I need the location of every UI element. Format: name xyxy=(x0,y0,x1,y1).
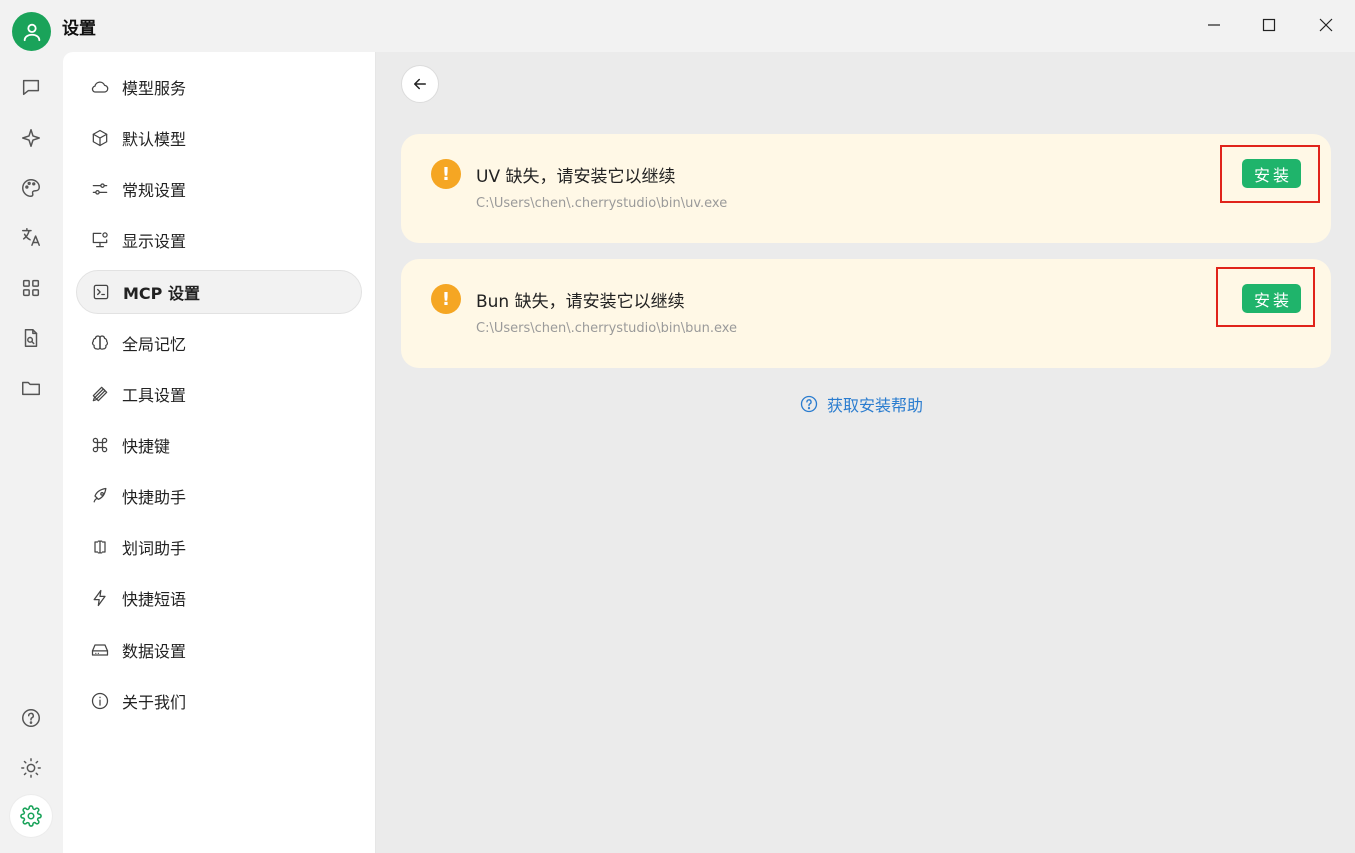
title-bar: 设置 xyxy=(0,0,1355,52)
rail-files-button[interactable] xyxy=(17,374,45,402)
rail-chat-button[interactable] xyxy=(17,73,45,101)
highlight-box xyxy=(1216,267,1315,327)
back-button[interactable] xyxy=(401,65,439,103)
nav-item-quick-phrases[interactable]: 快捷短语 xyxy=(76,576,362,620)
nav-item-label: MCP 设置 xyxy=(123,284,200,303)
rocket-icon xyxy=(93,487,107,503)
nav-item-display[interactable]: 显示设置 xyxy=(76,218,362,262)
nav-item-label: 关于我们 xyxy=(122,693,187,712)
card-title: Bun 缺失，请安装它以继续 xyxy=(476,292,685,312)
rail-assistant-button[interactable] xyxy=(17,124,45,152)
pencil-ruler-icon xyxy=(92,386,108,402)
user-avatar[interactable] xyxy=(12,12,51,51)
rail-apps-button[interactable] xyxy=(17,274,45,302)
minimize-icon xyxy=(1208,24,1220,26)
folder-icon xyxy=(22,381,40,396)
brain-icon xyxy=(91,335,109,350)
nav-item-label: 快捷助手 xyxy=(122,488,187,507)
install-help-link[interactable]: 获取安装帮助 xyxy=(799,392,923,416)
nav-item-label: 工具设置 xyxy=(122,386,187,405)
nav-item-general[interactable]: 常规设置 xyxy=(76,167,362,211)
nav-item-default-model[interactable]: 默认模型 xyxy=(76,116,362,160)
nav-item-label: 默认模型 xyxy=(122,130,187,149)
text-select-icon xyxy=(94,540,106,554)
maximize-button[interactable] xyxy=(1254,10,1284,40)
brightness-icon xyxy=(21,758,41,778)
command-icon xyxy=(92,437,108,453)
rail-theme-button[interactable] xyxy=(17,754,45,782)
nav-item-label: 全局记忆 xyxy=(122,335,187,354)
zap-icon xyxy=(93,589,106,607)
rail-paint-button[interactable] xyxy=(17,174,45,202)
main-panel: ! UV 缺失，请安装它以继续 C:\Users\chen\.cherrystu… xyxy=(376,52,1355,853)
sliders-icon xyxy=(92,183,108,195)
cube-icon xyxy=(92,129,108,147)
help-circle-icon xyxy=(800,395,818,413)
sparkle-icon xyxy=(22,129,40,147)
hard-drive-icon xyxy=(91,644,109,656)
chat-icon xyxy=(22,79,40,96)
nav-item-data[interactable]: 数据设置 xyxy=(76,628,362,672)
help-icon xyxy=(22,709,40,727)
nav-item-selection-assistant[interactable]: 划词助手 xyxy=(76,525,362,569)
settings-icon xyxy=(20,805,42,827)
document-search-icon xyxy=(24,329,38,347)
warning-icon: ! xyxy=(431,284,461,314)
nav-item-shortcuts[interactable]: 快捷键 xyxy=(76,423,362,467)
nav-item-mcp[interactable]: MCP 设置 xyxy=(76,270,362,314)
nav-item-label: 快捷键 xyxy=(122,437,171,456)
nav-item-about[interactable]: 关于我们 xyxy=(76,679,362,723)
card-path: C:\Users\chen\.cherrystudio\bin\bun.exe xyxy=(476,321,738,336)
rail-help-button[interactable] xyxy=(17,704,45,732)
palette-icon xyxy=(22,179,40,197)
nav-item-label: 显示设置 xyxy=(122,232,187,251)
close-icon xyxy=(1319,18,1333,32)
window-title: 设置 xyxy=(62,19,96,39)
apps-icon xyxy=(22,279,40,297)
rail-translate-button[interactable] xyxy=(17,223,45,251)
nav-item-label: 快捷短语 xyxy=(122,590,187,609)
rail-settings-button[interactable] xyxy=(10,795,52,837)
nav-item-tools[interactable]: 工具设置 xyxy=(76,372,362,416)
nav-item-label: 数据设置 xyxy=(122,642,187,661)
maximize-icon xyxy=(1262,18,1276,32)
nav-item-label: 模型服务 xyxy=(122,79,187,98)
close-button[interactable] xyxy=(1311,10,1341,40)
icon-rail xyxy=(0,52,63,853)
rail-knowledge-button[interactable] xyxy=(17,324,45,352)
user-icon xyxy=(23,23,40,41)
minimize-button[interactable] xyxy=(1199,10,1229,40)
highlight-box xyxy=(1220,145,1320,203)
info-icon xyxy=(91,692,109,710)
nav-item-model-service[interactable]: 模型服务 xyxy=(76,65,362,109)
card-path: C:\Users\chen\.cherrystudio\bin\uv.exe xyxy=(476,196,728,211)
bun-missing-card: ! Bun 缺失，请安装它以继续 C:\Users\chen\.cherryst… xyxy=(401,259,1331,368)
warning-icon: ! xyxy=(431,159,461,189)
nav-item-label: 常规设置 xyxy=(122,181,187,200)
cloud-icon xyxy=(91,81,109,93)
help-link-label: 获取安装帮助 xyxy=(827,396,924,415)
monitor-settings-icon xyxy=(92,232,108,248)
uv-missing-card: ! UV 缺失，请安装它以继续 C:\Users\chen\.cherrystu… xyxy=(401,134,1331,243)
translate-icon xyxy=(22,228,40,246)
nav-item-label: 划词助手 xyxy=(122,539,187,558)
card-title: UV 缺失，请安装它以继续 xyxy=(476,167,676,187)
nav-item-quick-assistant[interactable]: 快捷助手 xyxy=(76,474,362,518)
terminal-icon xyxy=(93,284,109,300)
arrow-left-icon xyxy=(414,78,426,90)
nav-item-memory[interactable]: 全局记忆 xyxy=(76,321,362,365)
settings-nav: 模型服务 默认模型 常规设置 显示设置 MCP 设置 全局记忆 工具设置 快捷键… xyxy=(63,52,376,853)
